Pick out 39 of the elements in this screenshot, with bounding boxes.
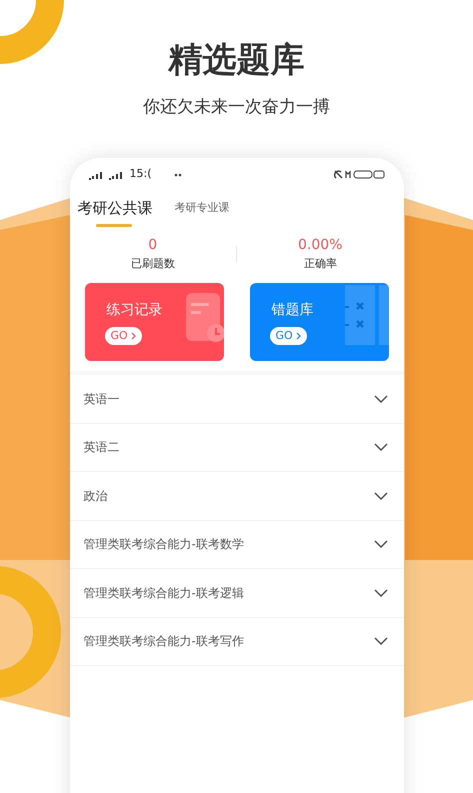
go-button[interactable]: GO [270, 327, 307, 345]
subject-label: 管理类联考综合能力-联考数学 [84, 536, 244, 554]
card-title: 错题库 [272, 301, 314, 319]
subject-row[interactable]: 英语一 [70, 375, 404, 424]
stat-value: 0 [148, 236, 158, 254]
subject-label: 英语二 [84, 439, 120, 456]
chevron-right-icon [130, 332, 136, 340]
page-title: 精选题库 [168, 40, 304, 80]
notepad-clock-icon [186, 293, 224, 345]
tab[interactable]: 考研公共课 [78, 198, 152, 218]
card-title: 练习记录 [106, 301, 162, 319]
crossed-list-icon [344, 285, 388, 345]
chevron-down-icon [374, 588, 388, 597]
subject-row[interactable]: 英语二 [70, 424, 404, 472]
tab-underline [96, 224, 132, 227]
subject-row[interactable]: 管理类联考综合能力-联考数学 [70, 520, 404, 569]
dots-icon [174, 172, 182, 176]
chevron-down-icon [374, 443, 388, 452]
subject-row[interactable]: 政治 [70, 472, 404, 520]
chevron-right-icon [296, 332, 301, 340]
subject-label: 管理类联考综合能力-联考写作 [84, 633, 244, 650]
page-subtitle: 你还欠未来一次奋力一搏 [143, 96, 330, 118]
chevron-down-icon [374, 394, 388, 403]
stat-label: 正确率 [304, 256, 337, 271]
status-icons [334, 169, 386, 180]
stat-label: 已刷题数 [130, 256, 175, 271]
shortcut-card[interactable]: 错题库 GO [250, 283, 388, 361]
subject-label: 英语一 [84, 390, 120, 408]
subject-row[interactable]: 管理类联考综合能力-联考逻辑 [70, 569, 404, 618]
subject-row[interactable]: 管理类联考综合能力-联考写作 [70, 618, 404, 666]
tab[interactable]: 考研专业课 [174, 200, 230, 218]
chevron-down-icon [374, 492, 388, 500]
status-time: 15:( [130, 166, 152, 182]
ring-decoration [0, 0, 64, 64]
chevron-down-icon [374, 540, 388, 548]
chevron-down-icon [374, 637, 388, 646]
subject-label: 管理类联考综合能力-联考逻辑 [84, 584, 244, 602]
stat-value: 0.00% [298, 236, 342, 254]
subject-label: 政治 [84, 488, 108, 505]
